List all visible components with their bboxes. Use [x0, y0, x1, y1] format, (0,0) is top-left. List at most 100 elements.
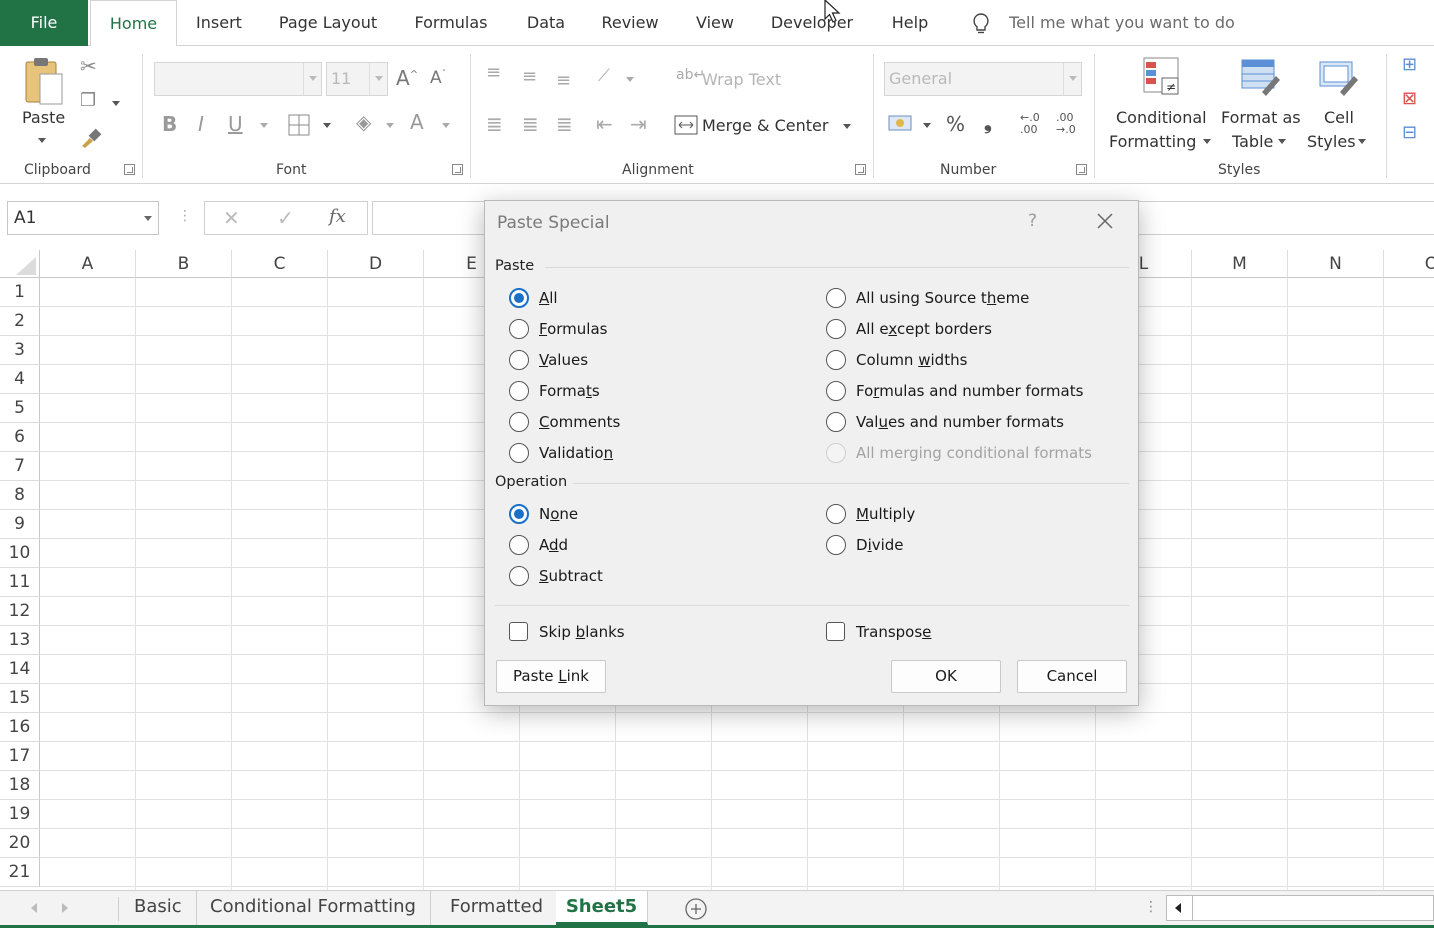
tab-insert[interactable]: Insert — [182, 0, 256, 46]
copy-icon[interactable]: ❐ — [80, 92, 96, 110]
confirm-entry-icon[interactable]: ✓ — [277, 206, 294, 230]
radio-circle[interactable] — [509, 443, 529, 463]
percent-icon[interactable]: % — [946, 114, 965, 134]
close-icon[interactable] — [1094, 210, 1116, 232]
radio-circle[interactable] — [509, 566, 529, 586]
row-header[interactable]: 3 — [0, 336, 40, 365]
tab-formulas[interactable]: Formulas — [402, 0, 500, 46]
radio-circle[interactable] — [509, 412, 529, 432]
row-header[interactable]: 11 — [0, 568, 40, 597]
column-header[interactable]: C — [232, 250, 328, 278]
borders-icon[interactable] — [288, 114, 310, 136]
conditional-formatting-label-1[interactable]: Conditional — [1116, 108, 1207, 127]
column-header[interactable]: A — [40, 250, 136, 278]
row-header[interactable]: 21 — [0, 858, 40, 887]
row-header[interactable]: 13 — [0, 626, 40, 655]
sheet-next-icon[interactable] — [62, 903, 73, 913]
italic-icon[interactable]: I — [198, 114, 204, 134]
radio-circle[interactable] — [826, 535, 846, 555]
checkbox-box[interactable] — [826, 622, 845, 641]
help-icon[interactable]: ? — [1028, 211, 1037, 231]
cancel-button[interactable]: Cancel — [1017, 660, 1127, 693]
radio-circle[interactable] — [826, 288, 846, 308]
align-right-icon[interactable]: ≣ — [556, 114, 573, 134]
increase-decimal-icon[interactable]: ←.0.00 — [1020, 112, 1040, 136]
number-dialog-launcher[interactable] — [1076, 164, 1087, 175]
format-as-table-label-1[interactable]: Format as — [1221, 108, 1301, 127]
conditional-formatting-icon[interactable]: ≠ — [1142, 56, 1182, 96]
radio-circle[interactable] — [826, 412, 846, 432]
radio-circle[interactable] — [509, 504, 529, 524]
cancel-entry-icon[interactable]: ✕ — [223, 206, 240, 230]
row-header[interactable]: 8 — [0, 481, 40, 510]
row-header[interactable]: 7 — [0, 452, 40, 481]
row-header[interactable]: 15 — [0, 684, 40, 713]
row-header[interactable]: 18 — [0, 771, 40, 800]
radio-circle[interactable] — [509, 288, 529, 308]
underline-icon[interactable]: U — [228, 114, 243, 134]
row-header[interactable]: 2 — [0, 307, 40, 336]
select-all-corner[interactable] — [0, 250, 40, 278]
decrease-indent-icon[interactable]: ⇤ — [596, 114, 613, 134]
more-options-icon[interactable]: ⋮ — [178, 208, 192, 224]
column-header[interactable]: B — [136, 250, 232, 278]
tab-data[interactable]: Data — [514, 0, 578, 46]
radio-circle[interactable] — [826, 504, 846, 524]
column-header[interactable]: O — [1384, 250, 1434, 278]
row-header[interactable]: 14 — [0, 655, 40, 684]
scroll-left-button[interactable] — [1167, 896, 1193, 920]
wrap-text-icon[interactable]: ab↵ — [676, 68, 705, 82]
sheet-tab-formatted[interactable]: Formatted — [436, 891, 558, 925]
fill-color-caret[interactable] — [386, 123, 394, 132]
row-header[interactable]: 10 — [0, 539, 40, 568]
orientation-icon[interactable]: ⟋ — [598, 68, 610, 85]
format-cells-icon[interactable]: ⊟ — [1402, 124, 1417, 142]
tab-developer[interactable]: Developer — [760, 0, 864, 46]
decrease-decimal-icon[interactable]: .00 →.0 — [1056, 112, 1076, 136]
paste-button[interactable]: Paste — [22, 108, 65, 127]
checkbox-box[interactable] — [509, 622, 528, 641]
sheet-tab-basic[interactable]: Basic — [120, 891, 197, 925]
fill-color-icon[interactable]: ◈ — [356, 112, 371, 132]
row-header[interactable]: 16 — [0, 713, 40, 742]
row-header[interactable]: 20 — [0, 829, 40, 858]
format-as-table-icon[interactable] — [1240, 56, 1280, 96]
row-header[interactable]: 4 — [0, 365, 40, 394]
tab-review[interactable]: Review — [592, 0, 668, 46]
insert-function-icon[interactable]: fx — [329, 206, 346, 227]
conditional-formatting-label-2[interactable]: Formatting — [1109, 132, 1196, 151]
format-as-table-label-2[interactable]: Table — [1232, 132, 1273, 151]
clipboard-dialog-launcher[interactable] — [124, 164, 135, 175]
borders-dropdown-caret[interactable] — [323, 123, 331, 132]
conditional-formatting-caret[interactable] — [1203, 139, 1211, 148]
cell-styles-label-1[interactable]: Cell — [1324, 108, 1354, 127]
wrap-text-button[interactable]: Wrap Text — [702, 70, 781, 89]
ok-button[interactable]: OK — [891, 660, 1001, 693]
tab-help[interactable]: Help — [880, 0, 940, 46]
sheet-tab-sheet5[interactable]: Sheet5 — [556, 891, 648, 925]
accounting-format-icon[interactable] — [888, 112, 914, 136]
align-bottom-icon[interactable]: ≡ — [556, 72, 571, 90]
column-header[interactable]: N — [1288, 250, 1384, 278]
row-header[interactable]: 5 — [0, 394, 40, 423]
format-painter-icon[interactable] — [80, 126, 102, 148]
tab-view[interactable]: View — [684, 0, 746, 46]
alignment-dialog-launcher[interactable] — [855, 164, 866, 175]
tab-home[interactable]: Home — [90, 0, 177, 47]
row-header[interactable]: 1 — [0, 278, 40, 307]
tab-file[interactable]: File — [0, 0, 88, 46]
bold-icon[interactable]: B — [162, 114, 177, 134]
merge-center-icon[interactable] — [674, 114, 698, 136]
cell-styles-label-2[interactable]: Styles — [1307, 132, 1356, 151]
underline-dropdown-caret[interactable] — [260, 123, 268, 132]
font-color-icon[interactable]: A — [410, 112, 424, 132]
format-as-table-caret[interactable] — [1278, 139, 1286, 148]
font-color-caret[interactable] — [442, 123, 450, 132]
insert-cells-icon[interactable]: ⊞ — [1402, 56, 1417, 74]
orientation-caret[interactable] — [626, 77, 634, 86]
tell-me-search[interactable]: Tell me what you want to do — [972, 0, 1235, 46]
radio-circle[interactable] — [509, 319, 529, 339]
paste-link-button[interactable]: Paste Link — [496, 660, 606, 693]
number-format-combo[interactable]: General — [884, 62, 1082, 96]
column-header[interactable]: M — [1192, 250, 1288, 278]
